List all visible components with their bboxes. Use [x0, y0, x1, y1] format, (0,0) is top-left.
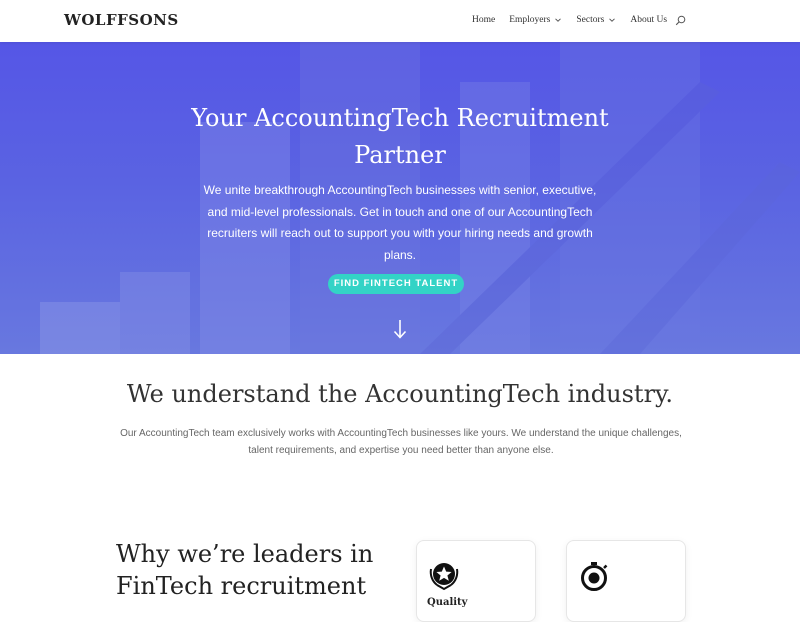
- why-leaders-title: Why we’re leaders in FinTech recruitment: [116, 540, 374, 600]
- nav-item-label: Sectors: [576, 15, 605, 25]
- nav-item-label: Home: [472, 15, 496, 25]
- nav-item-employers[interactable]: Employers: [509, 15, 562, 25]
- nav-item-sectors[interactable]: Sectors: [576, 15, 616, 25]
- arrow-down-icon[interactable]: [391, 318, 409, 340]
- nav-item-home[interactable]: Home: [472, 15, 495, 25]
- nav-item-label: About Us: [630, 15, 668, 25]
- hero-section: Your AccountingTech Recruitment Partner …: [0, 42, 800, 354]
- stopwatch-icon: [581, 562, 608, 591]
- site-logo[interactable]: WOLFFSONS: [64, 11, 179, 29]
- feature-card-quality: Quality: [416, 540, 536, 622]
- nav-item-label: Employers: [509, 15, 551, 25]
- site-header: WOLFFSONS Home Employers Sectors About U…: [0, 0, 800, 42]
- star-award-icon: [429, 563, 459, 591]
- search-icon[interactable]: [675, 15, 686, 26]
- chevron-down-icon: [555, 18, 562, 22]
- find-fintech-talent-button[interactable]: FIND FINTECH TALENT: [328, 274, 464, 294]
- feature-card-label: Quality: [427, 597, 468, 608]
- main-nav: Home Employers Sectors About Us: [472, 15, 681, 25]
- chevron-down-icon: [609, 18, 616, 22]
- hero-title: Your AccountingTech Recruitment Partner: [191, 104, 609, 169]
- nav-item-about-us[interactable]: About Us: [630, 15, 667, 25]
- hero-description: We unite breakthrough AccountingTech bus…: [203, 183, 597, 262]
- section-description: Our AccountingTech team exclusively work…: [120, 428, 682, 456]
- section-title: We understand the AccountingTech industr…: [126, 380, 674, 408]
- feature-card-speed: [566, 540, 686, 622]
